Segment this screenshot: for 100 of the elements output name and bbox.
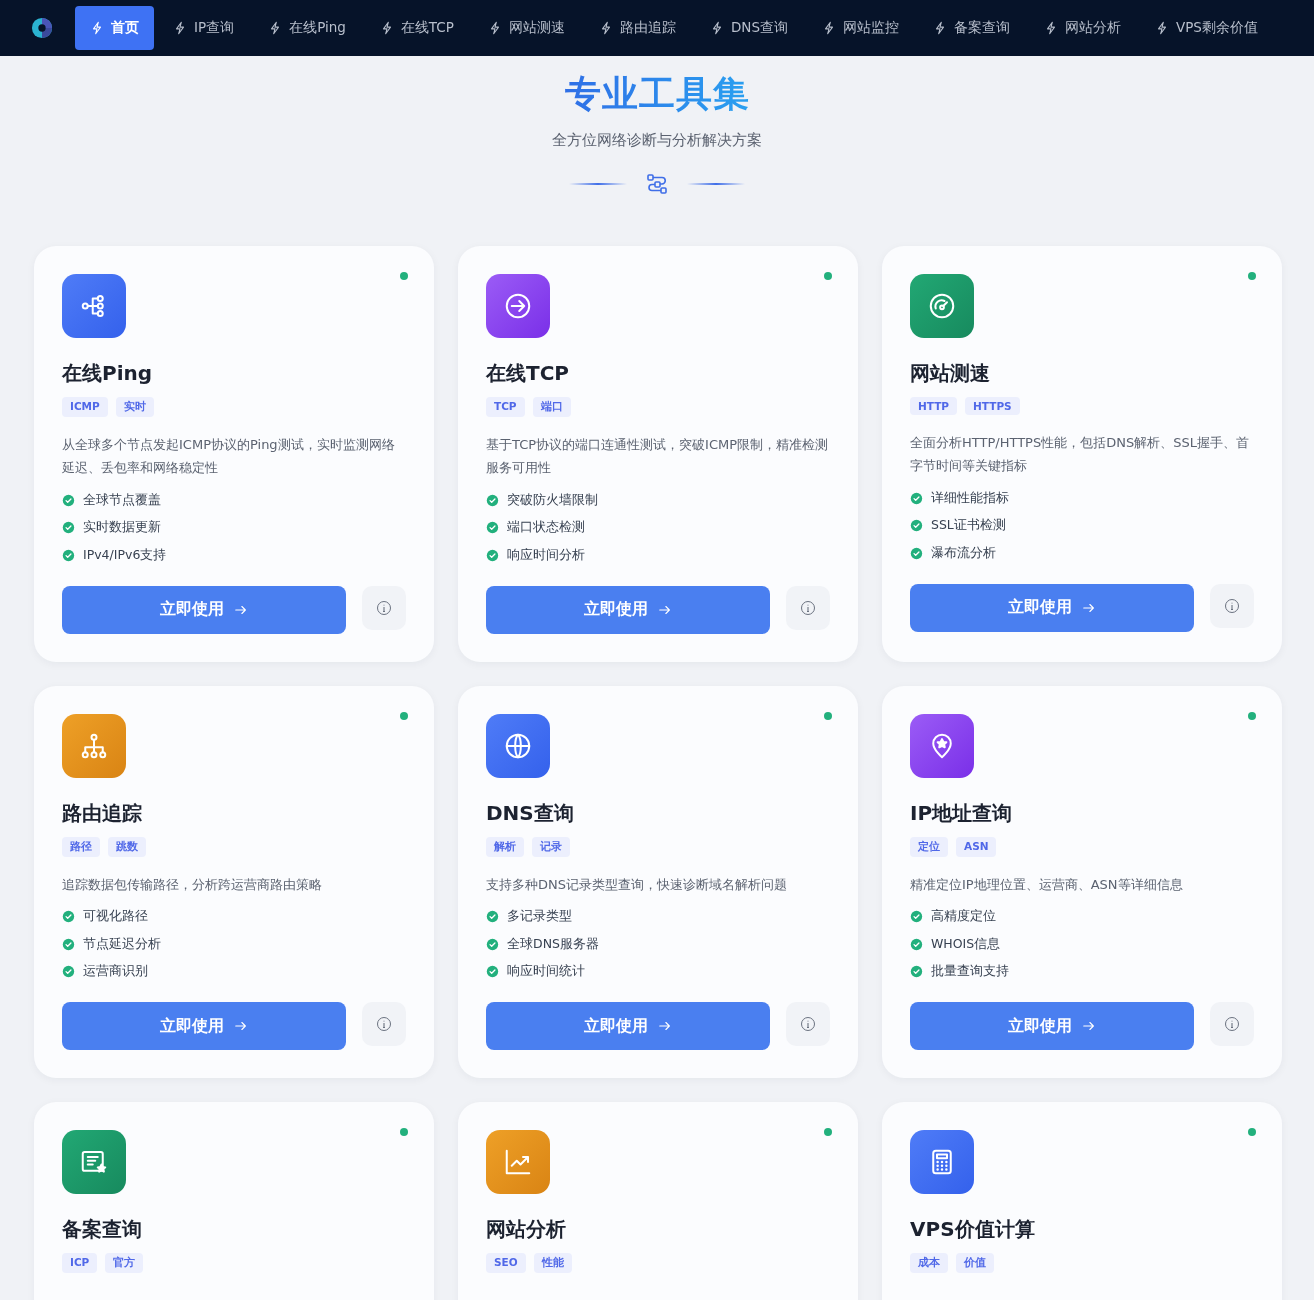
check-icon — [486, 965, 499, 979]
status-dot — [1248, 1128, 1256, 1136]
check-icon — [910, 519, 923, 533]
page-subtitle: 全方位网络诊断与分析解决方案 — [552, 131, 762, 150]
tag: 路径 — [62, 836, 100, 857]
feature-text: 实时数据更新 — [83, 519, 161, 537]
nav-link[interactable]: 备案查询 — [917, 6, 1025, 50]
tag: 成本 — [910, 1253, 948, 1273]
info-icon — [376, 1016, 393, 1032]
tool-title: 在线Ping — [62, 360, 154, 387]
nav-link[interactable]: VPS剩余价值 — [1139, 6, 1273, 50]
status-dot — [400, 711, 408, 720]
info-button[interactable] — [362, 585, 406, 630]
check-icon — [62, 548, 75, 562]
tag: 跳数 — [108, 836, 146, 857]
info-button[interactable] — [786, 585, 830, 630]
feature-text: IPv4/IPv6支持 — [83, 546, 167, 564]
use-now-button[interactable]: 立即使用 — [486, 585, 771, 634]
feature-text: 响应时间分析 — [507, 546, 585, 564]
tool-title: IP地址查询 — [910, 799, 1014, 827]
location-pin-icon — [910, 713, 974, 778]
nav-link[interactable]: IP查询 — [158, 6, 250, 50]
tool-description: 基于TCP协议的端口连通性测试，突破ICMP限制，精准检测服务可用性 — [486, 436, 830, 477]
feature-text: WHOIS信息 — [931, 935, 1001, 953]
globe-icon — [486, 713, 550, 778]
tag: 实时 — [115, 397, 154, 417]
tag: 解析 — [486, 836, 524, 857]
feature-text: 全球DNS服务器 — [507, 935, 599, 953]
tag: ICP — [62, 1253, 98, 1273]
tag: 记录 — [532, 836, 570, 857]
check-icon — [62, 937, 75, 951]
check-icon — [910, 910, 923, 924]
info-button[interactable] — [1210, 583, 1254, 628]
use-now-button[interactable]: 立即使用 — [62, 585, 347, 634]
tag: 价值 — [956, 1253, 994, 1273]
tag: SEO — [486, 1253, 526, 1273]
check-icon — [486, 937, 499, 951]
tool-description: 从全球多个节点发起ICMP协议的Ping测试，实时监测网络延迟、丢包率和网络稳定性 — [62, 436, 396, 477]
feature-text: SSL证书检测 — [931, 517, 1006, 535]
info-icon — [800, 1016, 817, 1032]
tool-title: 在线TCP — [486, 360, 570, 387]
tool-title: 路由追踪 — [62, 799, 143, 827]
use-now-button[interactable]: 立即使用 — [486, 1002, 771, 1050]
check-icon — [486, 548, 499, 562]
arrow-right-icon — [234, 1019, 249, 1033]
tool-title: 网站分析 — [486, 1216, 567, 1243]
arrow-right-icon — [658, 1019, 673, 1033]
feature-text: 端口状态检测 — [507, 519, 585, 537]
tool-description: 追踪数据包传输路径，分析跨运营商路由策略 — [62, 875, 323, 894]
feature-text: 响应时间统计 — [507, 963, 585, 981]
lightning-icon — [90, 21, 104, 35]
use-now-button[interactable]: 立即使用 — [910, 583, 1195, 632]
tag: ASN — [956, 836, 997, 857]
check-icon — [486, 493, 499, 507]
info-button[interactable] — [1210, 1002, 1254, 1046]
status-dot — [400, 1128, 408, 1136]
feature-text: 多记录类型 — [507, 908, 572, 926]
check-icon — [486, 521, 499, 535]
info-button[interactable] — [362, 1002, 406, 1046]
use-now-button[interactable]: 立即使用 — [910, 1002, 1195, 1050]
status-dot — [1248, 272, 1256, 280]
info-button[interactable] — [786, 1002, 830, 1046]
use-now-button[interactable]: 立即使用 — [62, 1002, 347, 1050]
arrow-right-icon — [1082, 1019, 1097, 1033]
tag: 官方 — [105, 1253, 144, 1273]
nav-link[interactable]: 网站监控 — [806, 6, 914, 50]
nav-link[interactable]: 网站测速 — [472, 6, 580, 50]
nav-link[interactable]: DNS查询 — [694, 6, 803, 50]
tag: 端口 — [532, 397, 571, 417]
nav-link[interactable]: 首页 — [75, 6, 154, 50]
feature-text: 详细性能指标 — [931, 489, 1009, 507]
tool-description: 精准定位IP地理位置、运营商、ASN等详细信息 — [910, 875, 1184, 894]
feature-text: 可视化路径 — [83, 908, 148, 926]
tool-title: VPS价值计算 — [910, 1216, 1036, 1243]
tool-description: 全面分析HTTP/HTTPS性能，包括DNS解析、SSL握手、首字节时间等关键指标 — [910, 434, 1250, 475]
tag: HTTPS — [965, 397, 1020, 415]
status-dot — [824, 1128, 832, 1136]
check-icon — [62, 965, 75, 979]
feature-text: 节点延迟分析 — [83, 935, 161, 953]
feature-text: 全球节点覆盖 — [83, 491, 161, 509]
status-dot — [1248, 711, 1256, 720]
info-icon — [376, 599, 393, 616]
check-icon — [486, 910, 499, 924]
nav-link[interactable]: 网站分析 — [1028, 6, 1136, 50]
check-icon — [910, 546, 923, 560]
check-icon — [62, 910, 75, 924]
hierarchy-icon — [62, 713, 126, 778]
flow-icon — [645, 172, 669, 196]
feature-text: 运营商识别 — [83, 963, 148, 981]
nav-link[interactable]: 在线TCP — [364, 6, 469, 50]
nav-link[interactable]: 在线Ping — [253, 6, 361, 50]
speedometer-icon — [910, 274, 974, 338]
feature-text: 瀑布流分析 — [931, 544, 996, 562]
check-icon — [910, 965, 923, 979]
info-icon — [1224, 597, 1241, 614]
line-chart-icon — [486, 1130, 550, 1194]
check-icon — [62, 493, 75, 507]
nav-link[interactable]: 路由追踪 — [583, 6, 691, 50]
tool-title: 网站测速 — [910, 360, 991, 387]
calculator-icon — [910, 1130, 974, 1194]
